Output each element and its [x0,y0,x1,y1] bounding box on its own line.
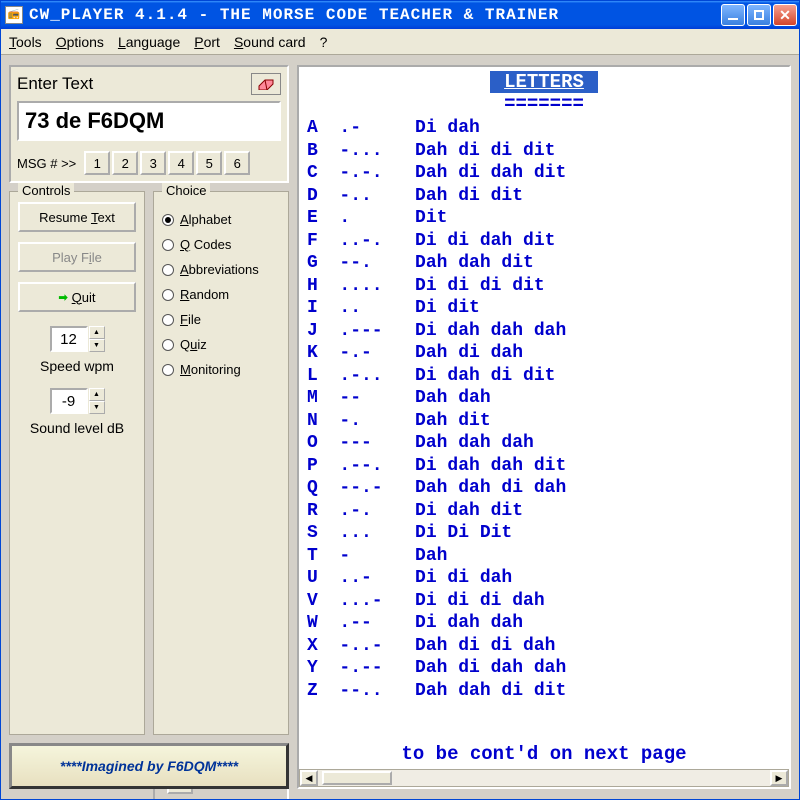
msg-number-label: MSG # >> [17,156,76,171]
speed-down-button[interactable]: ▼ [89,339,105,352]
choice-label: File [180,312,201,327]
listing-body: A .- Di dah B -... Dah di di dit C -.-. … [299,115,789,735]
app-window: 📻 CW_PLAYER 4.1.4 - THE MORSE CODE TEACH… [0,0,800,800]
radio-icon [162,364,174,376]
left-column: Enter Text MSG # >> 1 2 3 4 5 6 [9,65,289,789]
speed-label: Speed wpm [18,358,136,374]
window-title: CW_PLAYER 4.1.4 - THE MORSE CODE TEACHER… [29,6,721,24]
choice-radio-monitoring[interactable]: Monitoring [162,362,280,377]
scroll-track[interactable] [318,770,770,786]
radio-icon [162,214,174,226]
menu-help[interactable]: ? [320,34,328,50]
sound-down-button[interactable]: ▼ [89,401,105,414]
msg-button-1[interactable]: 1 [84,151,110,175]
radio-icon [162,239,174,251]
speed-input[interactable] [50,326,88,352]
menu-tools[interactable]: Tools [9,34,42,50]
controls-choice-row: Controls Resume Text Play File ➡Quit ▲ ▼ [9,191,289,735]
close-icon: ✕ [779,7,791,24]
choice-radio-file[interactable]: File [162,312,280,327]
exit-icon: ➡ [58,291,67,304]
scroll-right-button[interactable]: ▶ [770,770,788,786]
radio-icon [162,289,174,301]
erase-button[interactable] [251,73,281,95]
speed-up-button[interactable]: ▲ [89,326,105,339]
choice-radio-abbreviations[interactable]: Abbreviations [162,262,280,277]
enter-text-label: Enter Text [17,74,93,94]
choice-radio-alphabet[interactable]: Alphabet [162,212,280,227]
menu-language[interactable]: Language [118,34,180,50]
resume-text-button[interactable]: Resume Text [18,202,136,232]
choice-label: Monitoring [180,362,241,377]
maximize-icon [754,10,764,20]
choice-label: Quiz [180,337,207,352]
listing-divider: ======= [504,93,584,115]
quit-button[interactable]: ➡Quit [18,282,136,312]
choice-legend: Choice [162,183,210,198]
menu-options[interactable]: Options [56,34,104,50]
choice-radio-random[interactable]: Random [162,287,280,302]
titlebar: 📻 CW_PLAYER 4.1.4 - THE MORSE CODE TEACH… [1,1,799,29]
choice-radio-quiz[interactable]: Quiz [162,337,280,352]
choice-label: Abbreviations [180,262,259,277]
msg-button-6[interactable]: 6 [224,151,250,175]
play-file-button[interactable]: Play File [18,242,136,272]
menu-soundcard[interactable]: Sound card [234,34,306,50]
minimize-icon [728,18,738,20]
eraser-icon [257,76,275,93]
sound-level-label: Sound level dB [18,420,136,436]
msg-button-3[interactable]: 3 [140,151,166,175]
choice-group: Choice AlphabetQ CodesAbbreviationsRando… [153,191,289,735]
radio-icon [162,339,174,351]
text-input[interactable] [17,101,281,141]
choice-label: Q Codes [180,237,231,252]
horizontal-scrollbar[interactable]: ◀ ▶ [299,769,789,787]
choice-label: Alphabet [180,212,231,227]
menubar: Tools Options Language Port Sound card ? [1,29,799,55]
radio-icon [162,314,174,326]
scroll-left-button[interactable]: ◀ [300,770,318,786]
controls-group: Controls Resume Text Play File ➡Quit ▲ ▼ [9,191,145,735]
code-listing: LETTERS ======= A .- Di dah B -... Dah d… [297,65,791,789]
scroll-thumb[interactable] [322,771,392,785]
sound-level-input[interactable] [50,388,88,414]
sound-up-button[interactable]: ▲ [89,388,105,401]
maximize-button[interactable] [747,4,771,26]
enter-text-panel: Enter Text MSG # >> 1 2 3 4 5 6 [9,65,289,183]
credits-button[interactable]: ****Imagined by F6DQM**** [9,743,289,789]
msg-button-5[interactable]: 5 [196,151,222,175]
app-icon: 📻 [5,6,23,24]
listing-footer: to be cont'd on next page [299,735,789,769]
menu-port[interactable]: Port [194,34,220,50]
msg-button-2[interactable]: 2 [112,151,138,175]
choice-label: Random [180,287,229,302]
radio-icon [162,264,174,276]
listing-title: LETTERS [490,71,598,93]
msg-button-4[interactable]: 4 [168,151,194,175]
right-column: LETTERS ======= A .- Di dah B -... Dah d… [297,65,791,789]
close-button[interactable]: ✕ [773,4,797,26]
choice-radio-q-codes[interactable]: Q Codes [162,237,280,252]
controls-legend: Controls [18,183,74,198]
content-area: Enter Text MSG # >> 1 2 3 4 5 6 [1,55,799,799]
minimize-button[interactable] [721,4,745,26]
